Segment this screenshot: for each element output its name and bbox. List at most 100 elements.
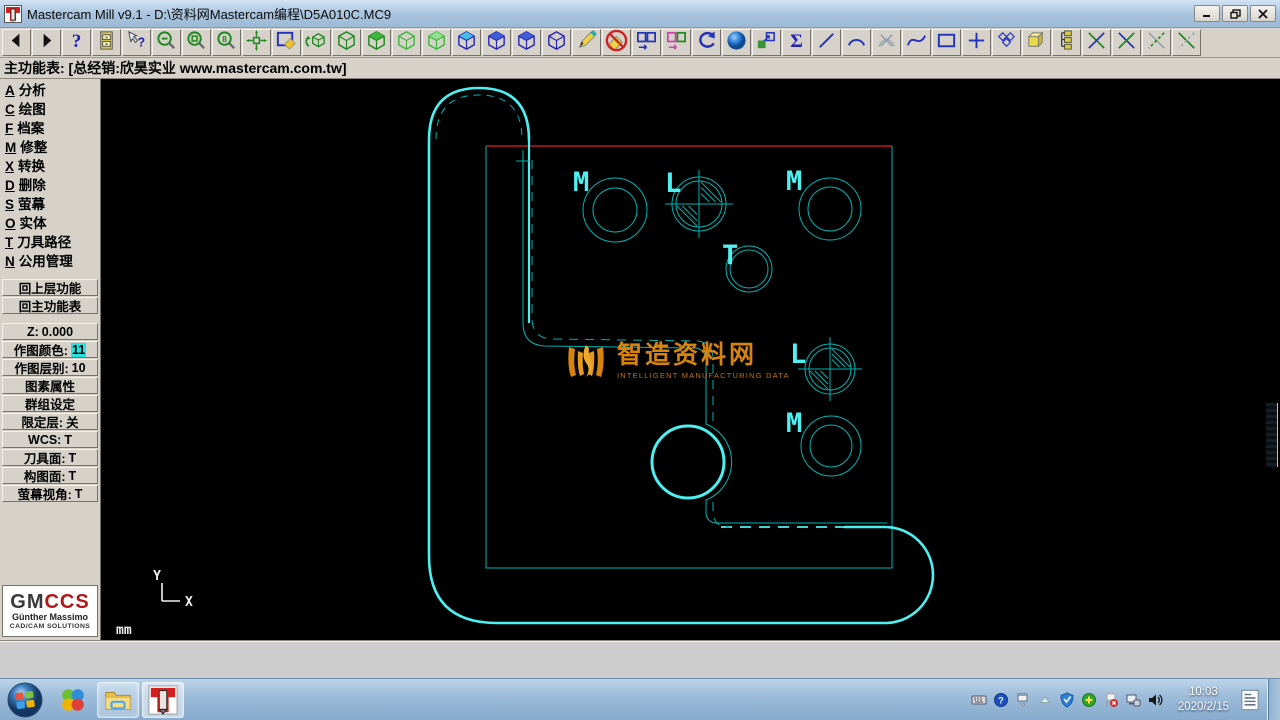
hole-label-l: L <box>665 168 681 199</box>
solids-manager-button[interactable] <box>752 29 781 56</box>
status-作图颜色[interactable]: 作图颜色: 11 <box>2 341 98 358</box>
tray-speaker-icon[interactable] <box>1147 691 1164 708</box>
shading-button[interactable] <box>722 29 751 56</box>
close-button[interactable] <box>1250 5 1276 22</box>
status-label: 作图颜色: <box>13 344 68 358</box>
cplane-side-button[interactable] <box>512 29 541 56</box>
status-图素属性[interactable]: 图素属性 <box>2 377 98 394</box>
file-cabinet-button[interactable] <box>92 29 121 56</box>
create-rectangle-button[interactable] <box>932 29 961 56</box>
tray-help-icon[interactable]: ? <box>993 691 1010 708</box>
trim-three-button[interactable] <box>1142 29 1171 56</box>
taskbar-clock[interactable]: 10:03 2020/2/15 <box>1178 685 1229 715</box>
gview-side-button[interactable] <box>392 29 421 56</box>
zoom-out-button[interactable] <box>152 29 181 56</box>
status-wcs[interactable]: WCS: T <box>2 431 98 448</box>
status-群组设定[interactable]: 群组设定 <box>2 395 98 412</box>
sidebar-menu-a[interactable]: A 分析 <box>0 81 100 100</box>
taskbar-app-browser-balls[interactable] <box>52 682 94 718</box>
trim-four-button[interactable] <box>1172 29 1201 56</box>
tray-chevron-icon[interactable] <box>1037 691 1054 708</box>
menu-hotkey: A <box>5 83 15 98</box>
menu-hotkey: T <box>5 235 14 250</box>
cplane-iso-button[interactable] <box>542 29 571 56</box>
operations-manager-button[interactable] <box>1052 29 1081 56</box>
gview-top-button[interactable] <box>332 29 361 56</box>
create-point-icon <box>965 29 988 57</box>
cplane-front-button[interactable] <box>482 29 511 56</box>
taskbar-app-mastercam[interactable] <box>142 681 184 718</box>
delete-button[interactable] <box>602 29 631 56</box>
taskbar-app-explorer[interactable] <box>97 681 139 718</box>
sidebar-menu-o[interactable]: O 实体 <box>0 214 100 233</box>
context-help-button[interactable]: ? <box>122 29 151 56</box>
pan-button[interactable] <box>242 29 271 56</box>
status-z[interactable]: Z: 0.000 <box>2 323 98 340</box>
create-spline-icon <box>905 29 928 57</box>
create-arc-button[interactable] <box>842 29 871 56</box>
sidebar-menu-n[interactable]: N 公用管理 <box>0 252 100 271</box>
forward-button[interactable] <box>32 29 61 56</box>
zoom-scale-button[interactable]: 8 <box>212 29 241 56</box>
sidebar-menu-f[interactable]: F 档案 <box>0 119 100 138</box>
clock-date: 2020/2/15 <box>1177 700 1229 713</box>
trim-divide-icon <box>875 29 898 57</box>
tray-shield-icon[interactable] <box>1059 691 1076 708</box>
screen-window-1-button[interactable] <box>632 29 661 56</box>
status-value: T <box>74 486 83 501</box>
repaint-button[interactable] <box>272 29 301 56</box>
gview-front-button[interactable] <box>362 29 391 56</box>
tray-keyboard-icon[interactable] <box>971 691 988 708</box>
back-button[interactable] <box>2 29 31 56</box>
sidebar-menu-x[interactable]: X 转换 <box>0 157 100 176</box>
tray-network-icon[interactable] <box>1125 691 1142 708</box>
create-point-button[interactable] <box>962 29 991 56</box>
sidebar-menu-c[interactable]: C 绘图 <box>0 100 100 119</box>
status-萤幕视角[interactable]: 萤幕视角: T <box>2 485 98 502</box>
create-line-icon <box>815 29 838 57</box>
tray-lang-icon[interactable] <box>1015 691 1032 708</box>
taskbar: ? 10:03 2020/2/15 <box>0 678 1280 720</box>
edge-scrollbar[interactable] <box>1266 403 1278 467</box>
dynamic-rotate-button[interactable] <box>302 29 331 56</box>
undo-button[interactable] <box>692 29 721 56</box>
restore-button[interactable] <box>1222 5 1248 22</box>
start-button[interactable] <box>6 681 44 719</box>
create-solid-box-button[interactable] <box>1022 29 1051 56</box>
axis-x-label: X <box>185 595 193 610</box>
sidebar-menu-t[interactable]: T 刀具路径 <box>0 233 100 252</box>
stadium-offset-dashed <box>435 94 523 140</box>
screen-window-2-button[interactable] <box>662 29 691 56</box>
gview-iso-button[interactable] <box>422 29 451 56</box>
sidebar-menu-s[interactable]: S 萤幕 <box>0 195 100 214</box>
trim-two-button[interactable] <box>1112 29 1141 56</box>
menu-hotkey: C <box>5 102 15 117</box>
status-构图面[interactable]: 构图面: T <box>2 467 98 484</box>
create-line-button[interactable] <box>812 29 841 56</box>
trim-divide-button[interactable] <box>872 29 901 56</box>
sidebar-menu-m[interactable]: M 修整 <box>0 138 100 157</box>
status-刀具面[interactable]: 刀具面: T <box>2 449 98 466</box>
main-menu-button[interactable]: 回主功能表 <box>2 297 98 314</box>
status-作图层别[interactable]: 作图层别: 10 <box>2 359 98 376</box>
sidebar-menu-d[interactable]: D 删除 <box>0 176 100 195</box>
calculator-sigma-button[interactable]: Σ <box>782 29 811 56</box>
title-bar: Mastercam Mill v9.1 - D:\资料网Mastercam编程\… <box>0 0 1280 28</box>
cplane-top-button[interactable] <box>452 29 481 56</box>
create-spline-button[interactable] <box>902 29 931 56</box>
trim-one-button[interactable] <box>1082 29 1111 56</box>
status-label: 刀具面: <box>23 452 66 466</box>
menu-hotkey: S <box>5 197 15 212</box>
help-button[interactable]: ? <box>62 29 91 56</box>
xform-pattern-button[interactable] <box>992 29 1021 56</box>
status-限定层[interactable]: 限定层: 关 <box>2 413 98 430</box>
notes-tray-icon[interactable] <box>1237 685 1263 715</box>
tray-flag-icon[interactable] <box>1103 691 1120 708</box>
show-desktop-button[interactable] <box>1267 678 1280 720</box>
minimize-button[interactable] <box>1194 5 1220 22</box>
tray-greenplus-icon[interactable] <box>1081 691 1098 708</box>
back-one-level-button[interactable]: 回上层功能 <box>2 279 98 296</box>
drawing-canvas[interactable]: MLMTLM Y X mm 智造资料网 INTELLIGENT MANUFACT… <box>101 79 1280 640</box>
zoom-window-button[interactable] <box>182 29 211 56</box>
sketch-pencil-button[interactable] <box>572 29 601 56</box>
